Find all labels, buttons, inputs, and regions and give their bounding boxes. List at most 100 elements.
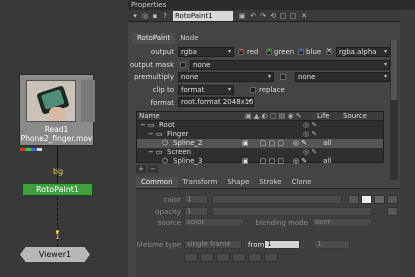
replace-checkbox[interactable]	[250, 87, 256, 93]
tree-header-name[interactable]: Name	[137, 112, 245, 120]
premultiply-label: premultiply	[134, 73, 174, 81]
blue-checkbox[interactable]	[298, 47, 304, 55]
color-slider[interactable]	[212, 195, 342, 204]
to-field[interactable]: 1	[314, 240, 350, 249]
tree-row-label: Spline_2	[173, 139, 203, 147]
node-name-field[interactable]: RotoPaint1	[173, 11, 233, 21]
tree-row-screen[interactable]: − ▭ Screen ◎ ✎	[137, 148, 383, 157]
opacity-curve-button[interactable]	[387, 207, 398, 216]
lifetime-btn-4[interactable]	[232, 253, 246, 262]
row-flags[interactable]: ▣ ▢ ▢ ▢ ◎ ✎	[242, 139, 307, 148]
lower-tabs: Common Transform Shape Stroke Clone	[136, 177, 316, 188]
from-field[interactable]: 1	[264, 240, 300, 249]
revert-icon[interactable]: ⟲	[269, 12, 277, 20]
expand-icon[interactable]: −	[148, 148, 154, 157]
lifetime-label: lifetime type	[136, 241, 181, 249]
tree-row-life: all	[323, 139, 332, 147]
redo-icon[interactable]: ↷	[259, 12, 267, 20]
shape-tree[interactable]: Name ▣ ▲ ◐ ▢ ▤ ◉ ✎ Life Source − ▭ Root …	[136, 111, 384, 166]
tree-row-life: all	[323, 157, 332, 165]
curve-button[interactable]	[387, 195, 398, 204]
tree-header-source[interactable]: Source	[343, 112, 373, 120]
opacity-value[interactable]: 1	[184, 207, 208, 216]
tab-node[interactable]: Node	[175, 33, 203, 44]
opacity-slider[interactable]	[212, 207, 372, 216]
premultiply-dropdown[interactable]: none	[178, 72, 274, 82]
red-label: red	[247, 48, 259, 56]
lifetime-btn-3[interactable]	[216, 253, 230, 262]
common-panel: color 1 opacity 1 source color blending …	[136, 188, 402, 277]
expand-icon[interactable]: −	[148, 130, 154, 139]
format-dropdown[interactable]: root.format 2048x1556	[178, 97, 254, 107]
tab-stroke[interactable]: Stroke	[254, 177, 286, 188]
add-button[interactable]: +	[136, 165, 146, 173]
color-knob-label: color	[163, 196, 181, 204]
lifetime-btn-5[interactable]	[248, 253, 262, 262]
lifetime-dropdown[interactable]: single frame	[184, 240, 242, 249]
clip-to-dropdown[interactable]: format	[178, 85, 234, 95]
color-value[interactable]: 1	[184, 195, 208, 204]
alpha-dropdown[interactable]: rgba.alpha	[336, 47, 390, 57]
float-icon[interactable]: ▢	[279, 12, 287, 20]
help-icon[interactable]: ?	[161, 12, 169, 20]
read-node[interactable]: Read1 Phone2_finger.mov	[19, 74, 95, 146]
color-picker-button[interactable]	[348, 195, 359, 204]
float2-icon[interactable]: ▢	[289, 12, 297, 20]
visibility-icon[interactable]: ◎ ✎	[303, 121, 317, 130]
remove-button[interactable]: −	[148, 165, 158, 173]
alpha-checkbox[interactable]	[326, 47, 332, 55]
output-mask-label: output mask	[129, 61, 174, 69]
finger-image	[49, 107, 65, 121]
tree-row-spline2[interactable]: ⬠ Spline_2 ▣ ▢ ▢ ▢ ◎ ✎ all	[137, 139, 383, 148]
tree-header-icons: ▣ ▲ ◐ ▢ ▤ ◉ ✎	[245, 112, 302, 120]
premultiply-dropdown-2[interactable]: none	[295, 72, 390, 82]
output-mask-checkbox[interactable]	[180, 62, 186, 68]
rotopaint-node[interactable]: RotoPaint1	[22, 183, 93, 196]
tab-transform[interactable]: Transform	[178, 177, 223, 188]
tree-row-spline3[interactable]: ⬠ Spline_3 ▣ ▢ ▢ ▢ ◎ ✎ all	[137, 157, 383, 166]
scrollbar-thumb[interactable]	[391, 40, 397, 100]
tree-row-label: Spline_3	[173, 157, 203, 165]
pipe-read-roto	[57, 147, 58, 183]
visibility-icon[interactable]: ◎ ✎	[303, 130, 317, 139]
shape-icon: ⬠	[162, 139, 169, 147]
tree-header-life[interactable]: Life	[317, 112, 343, 120]
color-wheel-button[interactable]	[374, 195, 385, 204]
red-checkbox[interactable]	[238, 47, 244, 55]
green-checkbox[interactable]	[266, 47, 272, 55]
lifetime-btn-6[interactable]	[264, 253, 278, 262]
pin-icon[interactable]: ▪	[151, 12, 159, 20]
expand-icon[interactable]: −	[140, 121, 146, 130]
lifetime-btn-2[interactable]	[200, 253, 214, 262]
color-swatch-button[interactable]	[361, 195, 372, 204]
source-dropdown[interactable]: color	[184, 218, 244, 227]
undo-icon[interactable]: ↶	[249, 12, 257, 20]
visibility-icon[interactable]: ◎ ✎	[303, 148, 317, 157]
blending-dropdown[interactable]: over	[312, 218, 372, 227]
node-graph[interactable]: Read1 Phone2_finger.mov bg RotoPaint1 1 …	[0, 0, 128, 277]
viewer-node[interactable]: Viewer1	[20, 247, 90, 262]
properties-scrollbar[interactable]	[390, 40, 398, 180]
opacity-knob-label: opacity	[155, 208, 181, 216]
output-dropdown[interactable]: rgba	[178, 47, 234, 57]
channel-colorbar	[20, 148, 42, 151]
properties-tabs: RotoPaint Node	[132, 33, 203, 44]
tree-row-root[interactable]: − ▭ Root ◎ ✎	[137, 121, 383, 130]
read-node-label: Read1	[44, 125, 69, 134]
lifetime-btn-1[interactable]	[184, 253, 198, 262]
tab-common[interactable]: Common	[136, 177, 178, 188]
output-label: output	[150, 48, 174, 56]
close-panel-icon[interactable]: ✕	[300, 12, 308, 20]
row-flags[interactable]: ▣ ▢ ▢ ▢ ◎ ✎	[242, 157, 307, 166]
tree-row-finger[interactable]: − ▭ Finger ◎ ✎	[137, 130, 383, 139]
pipe-bg-label: bg	[53, 167, 64, 176]
output-mask-dropdown[interactable]: none	[190, 60, 390, 70]
color-swatch-icon[interactable]: ▣	[238, 12, 246, 20]
node-icon[interactable]: ◎	[141, 12, 149, 20]
tab-shape[interactable]: Shape	[222, 177, 254, 188]
tab-rotopaint[interactable]: RotoPaint	[132, 33, 176, 44]
tab-clone[interactable]: Clone	[287, 177, 317, 188]
close-icon[interactable]: ▾	[131, 12, 139, 20]
green-label: green	[274, 48, 295, 56]
premultiply-invert-checkbox[interactable]	[280, 74, 286, 80]
